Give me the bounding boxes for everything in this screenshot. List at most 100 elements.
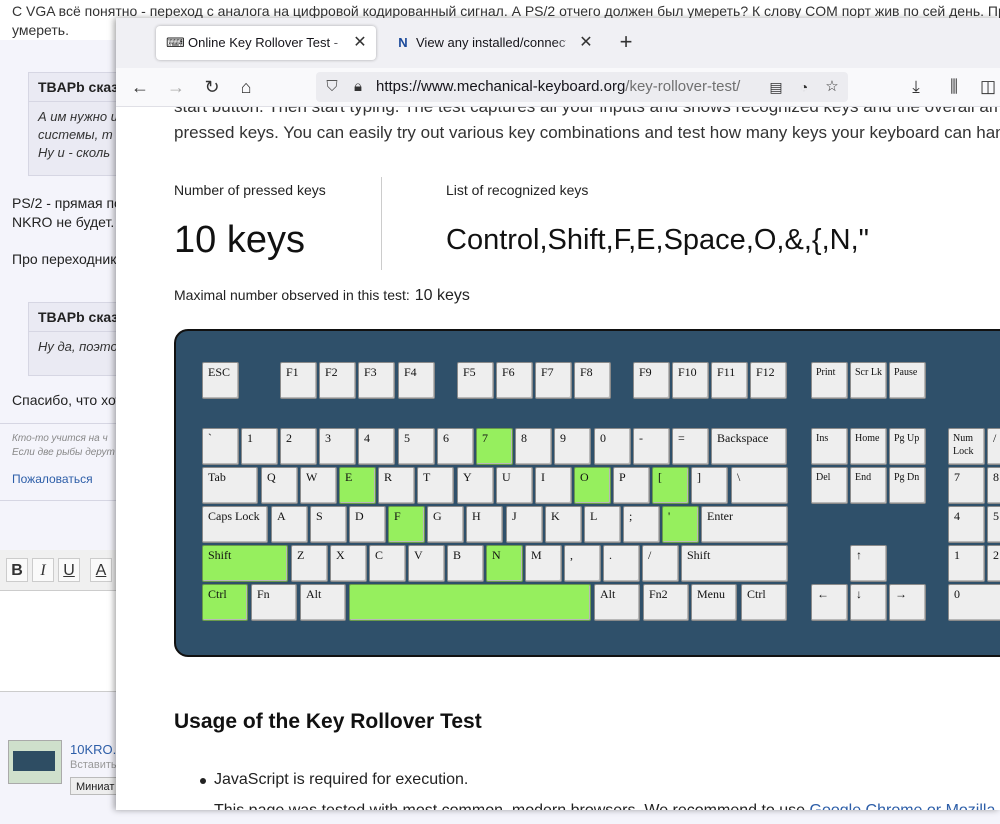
key-space — [349, 584, 591, 621]
url-text[interactable]: https://www.mechanical-keyboard.org/key-… — [376, 72, 740, 102]
max-observed: Maximal number observed in this test: 10 … — [174, 287, 470, 305]
quote-line: Ну да, поэто — [38, 339, 117, 354]
key-m: M — [525, 545, 562, 582]
key-w: W — [300, 467, 337, 504]
address-bar[interactable]: ⛉ 🔒︎ https://www.mechanical-keyboard.org… — [316, 72, 848, 102]
keyboard-thumbnail-image — [13, 751, 55, 771]
tab-key-rollover-test[interactable]: ⌨ Online Key Rollover Test - Mech ✕ — [156, 26, 376, 60]
key-tab: Tab — [202, 467, 258, 504]
key-z: Z — [291, 545, 328, 582]
key-f9: F9 — [633, 362, 670, 399]
underline-button[interactable]: U — [58, 558, 80, 582]
key-7: 7 — [948, 467, 985, 504]
key-4: 4 — [358, 428, 395, 465]
key-sym-93: ↓ — [850, 584, 887, 621]
browser-window: ⌨ Online Key Rollover Test - Mech ✕ N Vi… — [116, 18, 1000, 810]
downloads-icon[interactable]: ⤓ — [904, 74, 928, 100]
key-5: 5 — [398, 428, 435, 465]
tab-usb-devices[interactable]: N View any installed/connected U ✕ — [384, 26, 602, 60]
bullet-text: This page was tested with most common, m… — [214, 802, 810, 810]
shield-icon[interactable]: ⛉ — [322, 72, 342, 102]
bullet-icon — [200, 778, 206, 784]
key-f12: F12 — [750, 362, 787, 399]
key-g: G — [427, 506, 464, 543]
sidebar-icon[interactable]: ◫ — [976, 74, 1000, 100]
home-button[interactable]: ⌂ — [232, 74, 260, 100]
new-tab-button[interactable]: + — [614, 30, 638, 54]
attachment-insert-label[interactable]: Вставить — [70, 759, 117, 771]
lock-icon[interactable]: 🔒︎ — [348, 72, 368, 102]
key-f4: F4 — [398, 362, 435, 399]
report-link[interactable]: Пожаловаться — [12, 472, 93, 486]
back-button[interactable]: ← — [126, 74, 154, 100]
key-pg-dn: Pg Dn — [889, 467, 926, 504]
forum-text: NKRO не будет. — [12, 214, 115, 230]
intro-paragraph: start button. Then start typing. The tes… — [174, 107, 1000, 146]
key-sym-94: → — [889, 584, 926, 621]
key-3: 3 — [319, 428, 356, 465]
page-content: start button. Then start typing. The tes… — [116, 107, 1000, 810]
key-alt: Alt — [300, 584, 346, 621]
key-e: E — [339, 467, 376, 504]
italic-button[interactable]: I — [32, 558, 54, 582]
font-color-button[interactable]: A — [90, 558, 112, 582]
usage-heading: Usage of the Key Rollover Test — [174, 710, 482, 733]
key-home: Home — [850, 428, 887, 465]
key-6: 6 — [437, 428, 474, 465]
divider — [0, 500, 118, 501]
attachment-thumbnail[interactable] — [8, 740, 62, 784]
key-2: 2 — [987, 545, 1000, 582]
key-q: Q — [261, 467, 298, 504]
key-f3: F3 — [358, 362, 395, 399]
bookmark-star-icon[interactable]: ☆ — [822, 72, 842, 102]
url-domain: https://www.mechanical-keyboard.org — [376, 78, 626, 95]
key-a: A — [271, 506, 308, 543]
library-icon[interactable]: ⫼ — [942, 74, 966, 100]
browser-link[interactable]: Google Chrome or Mozilla — [810, 802, 996, 810]
pressed-keys-count: 10 keys — [174, 219, 305, 261]
close-tab-icon[interactable]: ✕ — [352, 26, 368, 60]
tab-fade — [328, 26, 354, 60]
quote-body: Ну да, поэто — [29, 332, 117, 362]
key-9: 9 — [554, 428, 591, 465]
key-l: L — [584, 506, 621, 543]
usage-bullet: JavaScript is required for execution. — [214, 771, 469, 788]
key-f7: F7 — [535, 362, 572, 399]
forward-button[interactable]: → — [162, 74, 190, 100]
key-fn2: Fn2 — [643, 584, 689, 621]
key-f11: F11 — [711, 362, 748, 399]
attachment-name[interactable]: 10KRO. — [70, 742, 116, 757]
divider — [0, 423, 118, 424]
key-0: 0 — [594, 428, 631, 465]
virtual-keyboard: ESC F1 F2 F3 F4 F5 F6 F7 F8 F9 F10 F11 F12 Print Scr L… — [174, 329, 1000, 657]
key-v: V — [408, 545, 445, 582]
close-tab-icon[interactable]: ✕ — [578, 26, 594, 60]
key-7: 7 — [476, 428, 513, 465]
usage-bullet: This page was tested with most common, m… — [214, 802, 995, 810]
bold-button[interactable]: B — [6, 558, 28, 582]
key-esc: ESC — [202, 362, 239, 399]
key-0: 0 — [948, 584, 1000, 621]
key-r: R — [378, 467, 415, 504]
reader-view-icon[interactable]: ▤ — [766, 72, 786, 102]
tab-title: Online Key Rollover Test - Mech — [188, 35, 338, 50]
key-u: U — [496, 467, 533, 504]
key-c: C — [369, 545, 406, 582]
key-x: X — [330, 545, 367, 582]
key-num-lock: Num Lock — [948, 428, 985, 465]
divider — [381, 177, 382, 270]
key-d: D — [349, 506, 386, 543]
key-f8: F8 — [574, 362, 611, 399]
key-sym-46: [ — [652, 467, 689, 504]
thumbnail-button[interactable]: Миниат — [70, 777, 118, 795]
key-s: S — [310, 506, 347, 543]
rss-icon[interactable]: ◔ — [794, 72, 814, 102]
key-k: K — [545, 506, 582, 543]
key-n: N — [486, 545, 523, 582]
key-backspace: Backspace — [711, 428, 787, 465]
key-8: 8 — [987, 467, 1000, 504]
key-1: 1 — [948, 545, 985, 582]
reload-button[interactable]: ↻ — [198, 74, 226, 100]
key-t: T — [417, 467, 454, 504]
key-ctrl: Ctrl — [741, 584, 787, 621]
